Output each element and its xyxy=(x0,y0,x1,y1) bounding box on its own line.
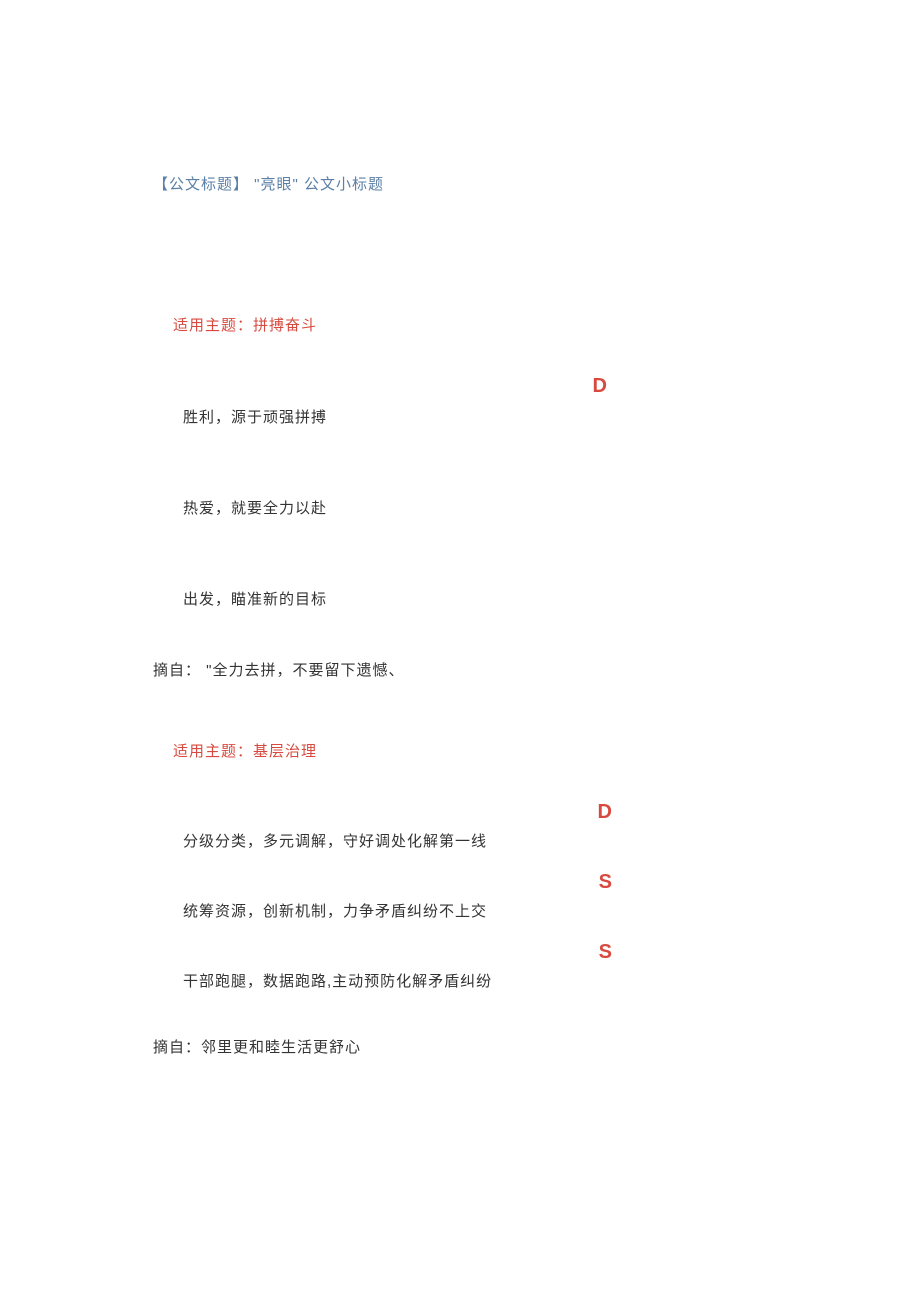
item-text: 胜利，源于顽强拼搏 xyxy=(183,406,767,427)
section-governance: 适用主题：基层治理 D 分级分类，多元调解，守好调处化解第一线 S 统筹资源，创… xyxy=(153,740,767,1057)
theme-label: 适用主题：拼搏奋斗 xyxy=(173,314,767,335)
item-text: 出发，瞄准新的目标 xyxy=(183,588,767,609)
marker-d: D xyxy=(153,801,612,824)
item-text: 干部跑腿，数据跑路,主动预防化解矛盾纠纷 xyxy=(183,970,767,991)
section-struggle: 适用主题：拼搏奋斗 D 胜利，源于顽强拼搏 热爱，就要全力以赴 出发，瞄准新的目… xyxy=(153,314,767,680)
marker-s: S xyxy=(153,871,612,894)
page-title: 【公文标题】 "亮眼" 公文小标题 xyxy=(153,173,384,194)
item-text: 热爱，就要全力以赴 xyxy=(183,497,767,518)
source-text: 摘自： "全力去拼，不要留下遗憾、 xyxy=(153,659,767,680)
marker-d: D xyxy=(153,375,607,398)
item-text: 统筹资源，创新机制，力争矛盾纠纷不上交 xyxy=(183,900,767,921)
item-text: 分级分类，多元调解，守好调处化解第一线 xyxy=(183,830,767,851)
theme-label: 适用主题：基层治理 xyxy=(173,740,767,761)
source-text: 摘自：邻里更和睦生活更舒心 xyxy=(153,1036,767,1057)
marker-s: S xyxy=(153,941,612,964)
